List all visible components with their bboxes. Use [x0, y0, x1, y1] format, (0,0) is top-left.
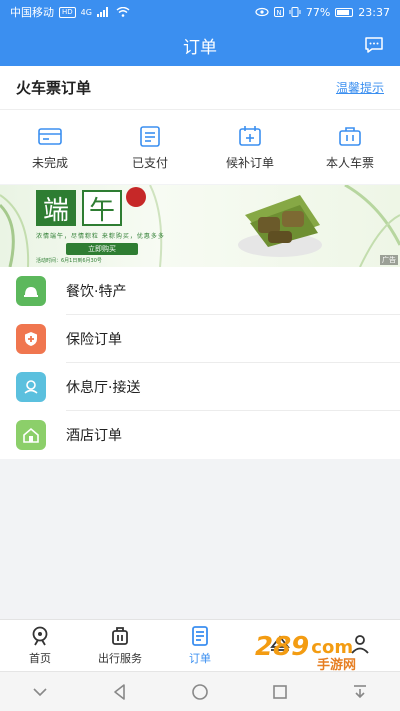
tips-link[interactable]: 温馨提示: [336, 79, 384, 96]
page-title: 订单: [183, 37, 217, 58]
signal-label: 4G: [80, 7, 92, 17]
signal-icon: [96, 7, 108, 17]
shortcut-paid[interactable]: 已支付: [100, 110, 200, 184]
section-title: 火车票订单: [16, 79, 92, 97]
wifi-icon: [116, 7, 130, 17]
shortcut-waitlist[interactable]: 候补订单: [200, 110, 300, 184]
food-icon: [16, 276, 46, 306]
lounge-icon: [16, 372, 46, 402]
list-item-label: 餐饮·特产: [66, 284, 127, 300]
tab-label: 订单: [189, 652, 211, 665]
status-bar: 中国移动 HD 4G N 77% 23:37: [0, 0, 400, 24]
list-item-label: 酒店订单: [66, 428, 122, 444]
battery-icon: [335, 7, 354, 17]
tab-label: 出行服务: [98, 652, 142, 665]
ad-badge: 广告: [380, 255, 398, 265]
shortcut-label: 已支付: [131, 155, 168, 170]
hd-badge: HD: [59, 6, 76, 18]
nfc-icon: N: [273, 7, 284, 17]
order-status-shortcuts: 未完成 已支付 候补订单 本人车票: [0, 110, 400, 184]
banner-char-1: 端: [36, 190, 76, 226]
svg-text:N: N: [276, 9, 281, 17]
title-bar: 订单: [0, 24, 400, 66]
tab-travel-services[interactable]: 出行服务: [80, 620, 160, 671]
system-navigation-bar: [0, 671, 400, 711]
receipt-icon: [140, 125, 160, 147]
clock: 23:37: [358, 5, 390, 19]
message-icon[interactable]: [364, 35, 384, 55]
dragon-boat-banner[interactable]: 端 午 浓情端午，尽情粽粒 来粽购买，优惠多多 立即购买 活动时间：6月1日到6…: [0, 185, 400, 267]
banner-title: 端 午: [36, 190, 122, 226]
banner-char-2: 午: [82, 190, 122, 226]
train-ticket-orders-header: 火车票订单 温馨提示: [0, 66, 400, 110]
other-orders-list: 餐饮·特产 保险订单 休息厅·接送 酒店订单: [0, 267, 400, 459]
vibrate-icon: [289, 7, 301, 17]
calendar-add-icon: [239, 125, 261, 146]
home-circle-icon[interactable]: [190, 682, 210, 702]
hotel-icon: [16, 420, 46, 450]
shortcut-my-tickets[interactable]: 本人车票: [300, 110, 400, 184]
tab-orders[interactable]: 订单: [160, 620, 240, 671]
list-item-label: 休息厅·接送: [66, 380, 141, 396]
buy-now-button[interactable]: 立即购买: [66, 243, 138, 255]
tab-label: 首页: [29, 652, 51, 665]
shortcut-label: 候补订单: [225, 155, 274, 170]
order-icon: [192, 626, 208, 646]
battery-percent: 77%: [305, 5, 331, 19]
shortcut-label: 未完成: [31, 155, 68, 170]
ticket-bag-icon: [339, 126, 361, 146]
list-item-hotel[interactable]: 酒店订单: [0, 411, 400, 459]
shield-icon: [16, 324, 46, 354]
back-icon[interactable]: [110, 682, 130, 702]
eye-icon: [255, 7, 269, 17]
banner-period: 活动时间：6月1日到6月30号: [36, 258, 102, 264]
tab-home[interactable]: 首页: [0, 620, 80, 671]
list-item-food[interactable]: 餐饮·特产: [0, 267, 400, 315]
carrier-label: 中国移动: [10, 6, 54, 19]
luggage-icon: [112, 627, 128, 645]
banner-subtitle: 浓情端午，尽情粽粒 来粽购买，优惠多多: [36, 233, 165, 240]
list-item-label: 保险订单: [66, 332, 122, 348]
list-item-insurance[interactable]: 保险订单: [0, 315, 400, 363]
home-train-icon: [32, 626, 48, 646]
watermark-number: 289: [255, 632, 310, 662]
recent-apps-icon[interactable]: [270, 682, 290, 702]
site-watermark: 289 com 手游网: [255, 632, 356, 673]
card-icon: [38, 127, 62, 145]
list-item-lounge[interactable]: 休息厅·接送: [0, 363, 400, 411]
notification-pull-icon[interactable]: [350, 682, 370, 702]
shortcut-unfinished[interactable]: 未完成: [0, 110, 100, 184]
red-seal-icon: [126, 187, 146, 207]
shortcut-label: 本人车票: [325, 155, 374, 170]
chevron-down-icon[interactable]: [30, 682, 50, 702]
